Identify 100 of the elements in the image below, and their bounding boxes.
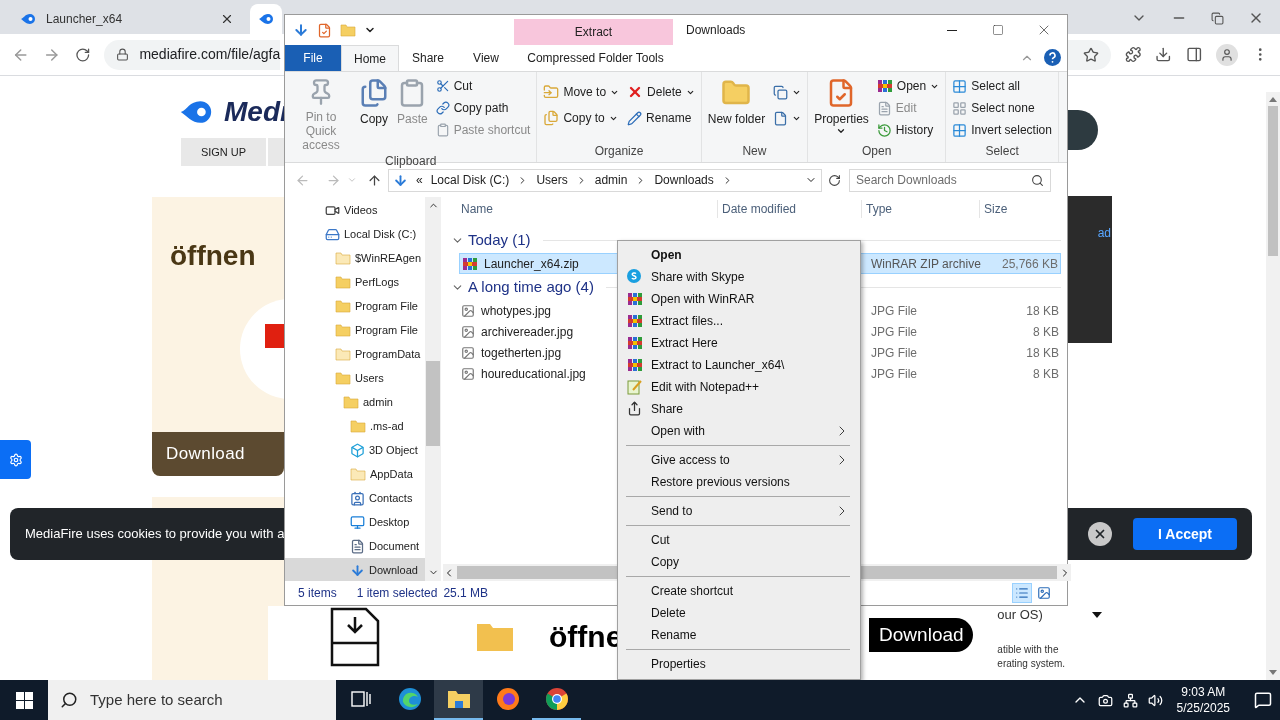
- menu-item[interactable]: Copy: [618, 551, 860, 573]
- ribbon-button[interactable]: Copy to: [541, 108, 622, 128]
- breadcrumb[interactable]: Users: [536, 171, 568, 189]
- file-name[interactable]: archivereader.jpg: [459, 321, 617, 342]
- menu-item[interactable]: Open: [618, 244, 860, 266]
- menu-item[interactable]: Extract files...: [618, 310, 860, 332]
- column-header[interactable]: Date modified: [717, 200, 861, 218]
- nav-item[interactable]: admin: [285, 390, 425, 414]
- menu-item[interactable]: Properties: [618, 653, 860, 675]
- close-tab-icon[interactable]: [220, 12, 234, 26]
- column-header[interactable]: Size: [979, 200, 1061, 218]
- menu-item[interactable]: Share with Skype: [618, 266, 860, 288]
- file-name[interactable]: houreducational.jpg: [459, 363, 617, 384]
- up-button[interactable]: [367, 172, 382, 188]
- ribbon-button[interactable]: Cut: [433, 76, 533, 96]
- menu-item[interactable]: Rename: [618, 624, 860, 646]
- menu-item[interactable]: Share: [618, 398, 860, 420]
- refresh-button[interactable]: [828, 173, 841, 187]
- ribbon-button[interactable]: Copy: [357, 76, 391, 126]
- clock[interactable]: 9:03 AM 5/25/2025: [1172, 684, 1234, 716]
- downloads-icon[interactable]: [1155, 46, 1172, 63]
- file-name[interactable]: whotypes.jpg: [459, 300, 617, 321]
- breadcrumb[interactable]: admin: [594, 171, 628, 189]
- ribbon-button[interactable]: Rename: [625, 108, 697, 128]
- taskbar-search-field[interactable]: Type here to search: [48, 680, 336, 720]
- ribbon-button[interactable]: New folder: [705, 76, 768, 126]
- notepad-icon: [627, 379, 643, 395]
- menu-item[interactable]: Send to: [618, 500, 860, 522]
- ribbon-button[interactable]: Properties: [812, 76, 871, 136]
- column-header[interactable]: Name: [457, 200, 717, 218]
- help-icon[interactable]: [1044, 49, 1061, 66]
- nav-item[interactable]: Download: [285, 558, 425, 581]
- breadcrumb[interactable]: Local Disk (C:): [430, 171, 510, 189]
- ribbon-button[interactable]: Open: [874, 76, 942, 96]
- nav-item[interactable]: .ms-ad: [285, 414, 425, 438]
- page-scrollbar[interactable]: [1266, 92, 1280, 680]
- extensions-icon[interactable]: [1124, 46, 1142, 63]
- bookmark-button[interactable]: [1067, 39, 1111, 70]
- file-name[interactable]: togetherten.jpg: [459, 342, 617, 363]
- menu-item[interactable]: Restore previous versions: [618, 471, 860, 493]
- address-bar[interactable]: « Local Disk (C:) Users admin Downloads: [388, 168, 822, 192]
- search-field[interactable]: Search Downloads: [849, 168, 1051, 192]
- profile-avatar[interactable]: [1216, 43, 1238, 66]
- nav-item[interactable]: Contacts: [285, 486, 425, 510]
- ribbon-button[interactable]: Select all: [950, 76, 1054, 96]
- menu-item[interactable]: Create shortcut: [618, 580, 860, 602]
- accept-button[interactable]: I Accept: [1133, 518, 1237, 550]
- scrollbar[interactable]: [425, 197, 441, 581]
- nav-item[interactable]: Videos: [285, 198, 425, 222]
- ribbon-button[interactable]: Invert selection: [950, 120, 1054, 140]
- browser-tab[interactable]: [250, 4, 282, 34]
- volume-icon[interactable]: [1147, 692, 1163, 708]
- nav-item[interactable]: 3D Object: [285, 438, 425, 462]
- nav-item[interactable]: Document: [285, 534, 425, 558]
- menu-item[interactable]: Extract to Launcher_x64\: [618, 354, 860, 376]
- ribbon-button[interactable]: Select none: [950, 98, 1054, 118]
- taskbar-app[interactable]: [434, 680, 483, 720]
- details-view-button[interactable]: [1012, 583, 1032, 603]
- dismiss-button[interactable]: [1088, 522, 1112, 546]
- ribbon-tab[interactable]: Share: [399, 45, 457, 71]
- restore-button[interactable]: [1211, 12, 1224, 25]
- menu-item[interactable]: Give access to: [618, 449, 860, 471]
- ad-download-button[interactable]: Download: [152, 432, 284, 476]
- menu-item[interactable]: Open with WinRAR: [618, 288, 860, 310]
- nav-item[interactable]: Program File: [285, 318, 425, 342]
- browser-tab[interactable]: Launcher_x64: [8, 4, 246, 34]
- ribbon-button[interactable]: Copy path: [433, 98, 533, 118]
- ribbon-tab[interactable]: Home: [341, 45, 399, 71]
- side-panel-icon[interactable]: [1185, 46, 1203, 63]
- ribbon-button[interactable]: History: [874, 120, 942, 140]
- ribbon-tab[interactable]: Compressed Folder Tools: [516, 45, 675, 71]
- column-header[interactable]: Type: [861, 200, 979, 218]
- menu-item[interactable]: Open with: [618, 420, 860, 442]
- nav-item[interactable]: Users: [285, 366, 425, 390]
- person-icon: [1219, 47, 1234, 62]
- file-name[interactable]: Launcher_x64.zip: [459, 253, 617, 274]
- side-link[interactable]: ad: [1097, 224, 1112, 242]
- ribbon-button[interactable]: Delete: [625, 82, 697, 102]
- nav-item[interactable]: PerfLogs: [285, 270, 425, 294]
- menu-item[interactable]: Extract Here: [618, 332, 860, 354]
- nav-item[interactable]: ProgramData: [285, 342, 425, 366]
- reload-button[interactable]: [74, 46, 91, 63]
- menu-item[interactable]: Cut: [618, 529, 860, 551]
- menu-item[interactable]: Delete: [618, 602, 860, 624]
- ribbon-tab[interactable]: File: [285, 45, 341, 71]
- nav-item[interactable]: Local Disk (C:): [285, 222, 425, 246]
- network-icon[interactable]: [1122, 692, 1138, 708]
- sign-up-button[interactable]: SIGN UP: [181, 138, 266, 166]
- menu-item[interactable]: Edit with Notepad++: [618, 376, 860, 398]
- nav-item[interactable]: Program File: [285, 294, 425, 318]
- nav-item[interactable]: $WinREAgen: [285, 246, 425, 270]
- ribbon-tab[interactable]: View: [457, 45, 515, 71]
- settings-button[interactable]: [0, 440, 31, 479]
- notifications-icon[interactable]: [1254, 691, 1272, 709]
- download-button[interactable]: Download: [869, 618, 974, 652]
- nav-item[interactable]: Desktop: [285, 510, 425, 534]
- url-field[interactable]: mediafire.com/file/agfa: [104, 39, 281, 70]
- breadcrumb[interactable]: Downloads: [654, 171, 714, 189]
- ribbon-button[interactable]: Move to: [541, 82, 622, 102]
- nav-item[interactable]: AppData: [285, 462, 425, 486]
